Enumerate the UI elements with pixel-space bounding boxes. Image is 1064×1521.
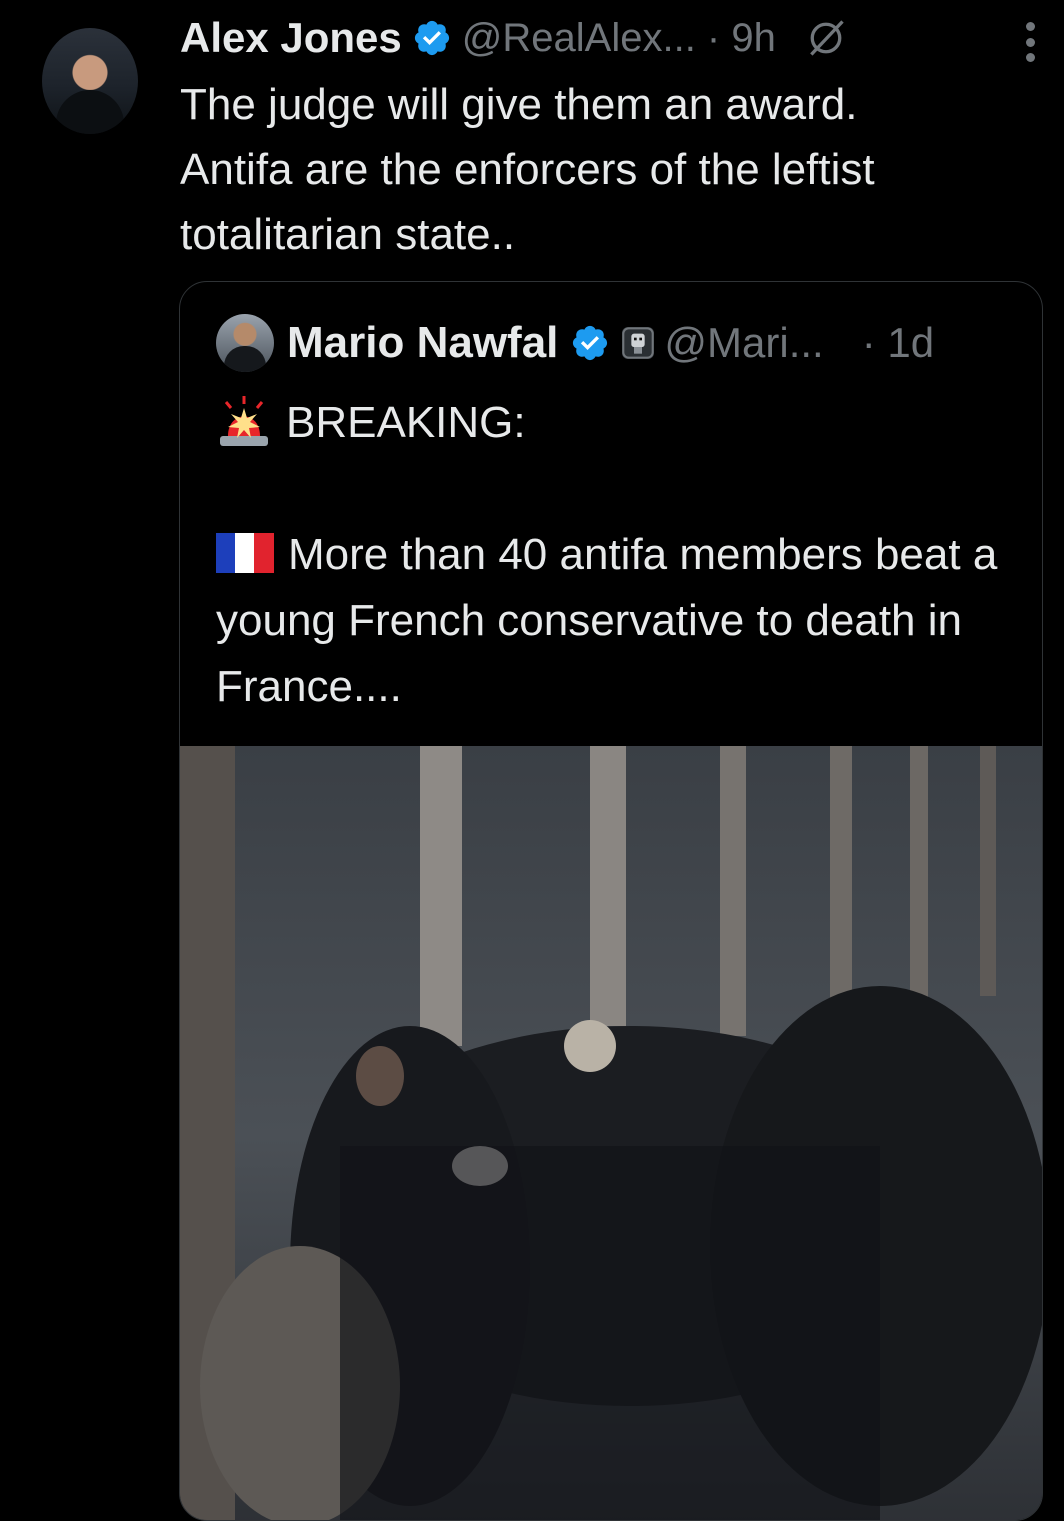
- tweet-text: The judge will give them an award. Antif…: [180, 80, 875, 259]
- video-still-image: [180, 746, 1042, 1520]
- verified-badge-icon: [573, 325, 608, 361]
- quoted-author-handle[interactable]: @Mari...: [664, 319, 823, 367]
- verified-badge-icon: [414, 20, 449, 56]
- quoted-tweet-card[interactable]: Mario Nawfal @Mari... · 1d BREAKING: Mor…: [179, 281, 1043, 1521]
- quoted-tweet-time[interactable]: · 1d: [862, 319, 934, 367]
- video-thumbnail[interactable]: [180, 746, 1042, 1520]
- french-flag-emoji: [216, 533, 274, 574]
- author-name[interactable]: Alex Jones: [180, 14, 402, 62]
- grok-icon[interactable]: [804, 16, 848, 60]
- breaking-label: BREAKING:: [286, 398, 526, 447]
- quoted-author-avatar[interactable]: [216, 314, 274, 372]
- affiliate-badge-icon: [622, 327, 655, 359]
- tweet-header: Alex Jones @RealAlex... · 9h: [180, 12, 848, 64]
- more-options-icon[interactable]: [1026, 22, 1038, 62]
- body-line: More than 40 antifa members beat a young…: [216, 522, 1016, 720]
- rotating-light-emoji: [220, 396, 268, 447]
- author-avatar[interactable]: [42, 28, 138, 134]
- body-text: More than 40 antifa members beat a young…: [216, 530, 998, 711]
- breaking-line: BREAKING:: [216, 390, 1016, 456]
- quoted-author-name[interactable]: Mario Nawfal: [287, 318, 558, 368]
- author-handle-time[interactable]: @RealAlex... · 9h: [462, 16, 776, 61]
- quoted-tweet-text: BREAKING: More than 40 antifa members be…: [216, 390, 1016, 720]
- quoted-tweet-header: Mario Nawfal @Mari... · 1d: [287, 316, 934, 370]
